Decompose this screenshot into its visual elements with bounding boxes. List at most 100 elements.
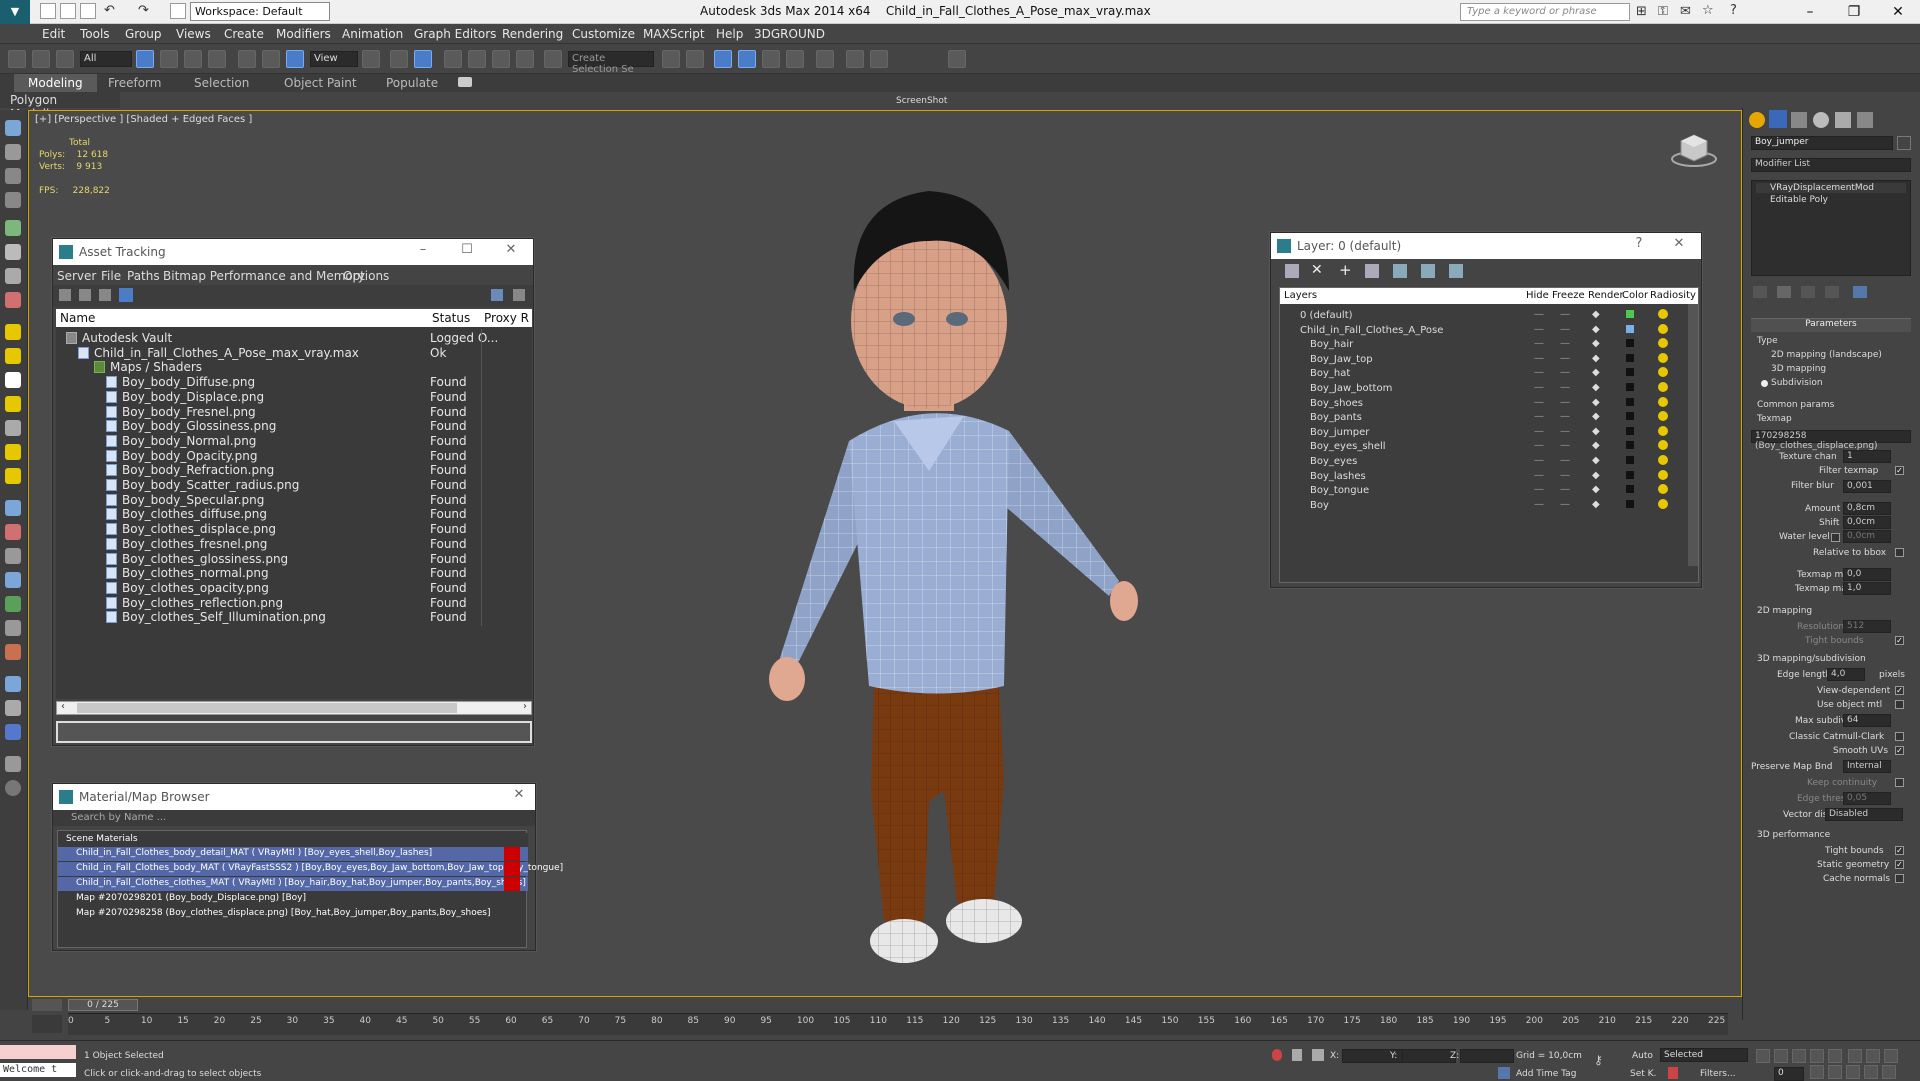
- menu-maxscript[interactable]: MAXScript: [643, 27, 705, 41]
- menu-customize[interactable]: Customize: [572, 27, 635, 41]
- render-teapot-icon[interactable]: ◆: [1592, 353, 1600, 364]
- display-tab-icon[interactable]: [1835, 112, 1851, 128]
- keyboard-shortcut-toggle-icon[interactable]: [414, 50, 432, 68]
- create-tab-icon[interactable]: [1749, 112, 1765, 128]
- unlink-icon[interactable]: [32, 50, 50, 68]
- next-frame-icon[interactable]: [1810, 1049, 1824, 1063]
- type-3d-mapping-radio[interactable]: 3D mapping: [1771, 364, 1826, 374]
- select-rotate-icon[interactable]: [262, 50, 280, 68]
- hide-toggle[interactable]: —: [1534, 484, 1544, 495]
- screenshot-label[interactable]: ScreenShot: [896, 96, 947, 106]
- water-level-spinner[interactable]: 0,0cm: [1843, 530, 1891, 543]
- render-teapot-icon[interactable]: ◆: [1592, 499, 1600, 510]
- render-teapot-icon[interactable]: ◆: [1592, 397, 1600, 408]
- redo-icon[interactable]: ↷: [138, 3, 149, 18]
- freeze-toggle[interactable]: —: [1560, 324, 1570, 335]
- layer-color-swatch[interactable]: [1626, 426, 1634, 435]
- camera-icon[interactable]: [5, 292, 21, 308]
- isolate-selection-icon[interactable]: [1272, 1049, 1282, 1061]
- freeze-toggle[interactable]: —: [1560, 484, 1570, 495]
- shift-spinner[interactable]: 0,0cm: [1843, 516, 1891, 529]
- hierarchy-icon[interactable]: [5, 192, 21, 208]
- freeze-toggle[interactable]: —: [1560, 397, 1570, 408]
- sphere-icon[interactable]: [5, 348, 21, 364]
- render-teapot-icon[interactable]: [948, 50, 966, 68]
- selection-filter-dropdown[interactable]: All: [80, 51, 132, 67]
- edit-named-selection-icon[interactable]: [544, 50, 562, 68]
- system-icon[interactable]: [5, 596, 21, 612]
- percent-snap-icon[interactable]: [492, 50, 510, 68]
- layer-column-freeze[interactable]: Freeze: [1552, 290, 1585, 301]
- asset-row[interactable]: Boy_clothes_Self_Illumination.png Found: [56, 608, 532, 627]
- zoom-all-icon[interactable]: [1866, 1049, 1880, 1063]
- project-folder-icon[interactable]: [170, 3, 186, 19]
- undo-icon[interactable]: ↶: [104, 3, 115, 18]
- named-selection-dropdown[interactable]: Create Selection Se: [568, 51, 654, 75]
- column-status[interactable]: Status: [432, 311, 470, 325]
- layer-color-swatch[interactable]: [1626, 485, 1634, 494]
- new-file-icon[interactable]: [40, 3, 56, 19]
- freeze-toggle[interactable]: —: [1560, 411, 1570, 422]
- radiosity-icon[interactable]: [1658, 425, 1668, 436]
- tool-a-icon[interactable]: [5, 620, 21, 636]
- radiosity-icon[interactable]: [1658, 352, 1668, 363]
- edge-thresh-spinner[interactable]: 0,05: [1843, 792, 1891, 805]
- goto-end-icon[interactable]: [1828, 1049, 1842, 1063]
- display-icon[interactable]: [5, 244, 21, 260]
- freeze-toggle[interactable]: —: [1560, 440, 1570, 451]
- modify-tab-icon[interactable]: [1769, 110, 1787, 128]
- tool-help-icon[interactable]: [5, 780, 21, 796]
- menu-help[interactable]: Help: [716, 27, 743, 41]
- current-frame-field[interactable]: 0: [1774, 1067, 1804, 1081]
- rendered-frame-window-icon[interactable]: [870, 50, 888, 68]
- select-manipulate-icon[interactable]: [390, 50, 408, 68]
- material-search-input[interactable]: Search by Name ...: [53, 810, 535, 826]
- mirror-icon[interactable]: [662, 50, 680, 68]
- goto-start-icon[interactable]: [1756, 1049, 1770, 1063]
- relative-bbox-checkbox[interactable]: [1895, 548, 1904, 557]
- menu-views[interactable]: Views: [176, 27, 211, 41]
- layer-titlebar[interactable]: Layer: 0 (default) ? ✕: [1271, 233, 1701, 259]
- modifier-list-dropdown[interactable]: Modifier List: [1751, 158, 1911, 172]
- tab-selection[interactable]: Selection: [180, 74, 263, 92]
- layer-color-swatch[interactable]: [1626, 499, 1634, 508]
- scroll-left-icon[interactable]: ‹: [61, 701, 65, 712]
- water-level-checkbox[interactable]: [1831, 533, 1840, 542]
- vector-displ-dropdown[interactable]: Disabled: [1825, 808, 1903, 821]
- asset-minimize-button[interactable]: –: [413, 242, 433, 262]
- list-view-icon[interactable]: [79, 289, 91, 301]
- torus-icon[interactable]: [5, 396, 21, 412]
- select-by-name-icon[interactable]: [160, 50, 178, 68]
- ribbon-options-icon[interactable]: [458, 77, 472, 87]
- freeze-toggle[interactable]: —: [1560, 367, 1570, 378]
- use-object-mtl-checkbox[interactable]: [1895, 700, 1904, 709]
- asset-tracking-titlebar[interactable]: Asset Tracking – ☐ ✕: [53, 239, 533, 265]
- scene-explorer-icon[interactable]: [714, 50, 732, 68]
- hide-toggle[interactable]: —: [1534, 338, 1544, 349]
- viewcube-icon[interactable]: [1669, 129, 1719, 169]
- asset-menu-paths[interactable]: Paths: [127, 269, 160, 283]
- layer-color-swatch[interactable]: [1626, 383, 1634, 391]
- radiosity-icon[interactable]: [1658, 411, 1668, 422]
- help-icon[interactable]: ?: [1730, 3, 1737, 18]
- asset-maximize-button[interactable]: ☐: [457, 242, 477, 262]
- asset-menu-bitmap[interactable]: Bitmap Performance and Memory: [163, 269, 365, 283]
- material-row[interactable]: Map #2070298201 (Boy_body_Displace.png) …: [58, 892, 528, 906]
- material-editor-icon[interactable]: [816, 50, 834, 68]
- open-file-icon[interactable]: [60, 3, 76, 19]
- auto-key-button[interactable]: Auto: [1632, 1051, 1653, 1061]
- layer-color-swatch[interactable]: [1626, 456, 1634, 464]
- layer-scrollbar[interactable]: [1688, 304, 1698, 566]
- layer-color-swatch[interactable]: [1626, 324, 1634, 333]
- layer-color-swatch[interactable]: [1626, 353, 1634, 362]
- texmap-button[interactable]: 170298258 (Boy_clothes_displace.png): [1751, 430, 1911, 451]
- layer-color-swatch[interactable]: [1626, 397, 1634, 406]
- spinner-snap-icon[interactable]: [516, 50, 534, 68]
- key-icon[interactable]: ⚿: [1658, 4, 1668, 19]
- preserve-map-bnd-dropdown[interactable]: Internal: [1843, 760, 1891, 773]
- table-view-icon[interactable]: [119, 288, 133, 302]
- save-file-icon[interactable]: [80, 3, 96, 19]
- cache-normals-checkbox[interactable]: [1895, 874, 1904, 883]
- modify-icon[interactable]: [5, 168, 21, 184]
- hide-toggle[interactable]: —: [1534, 426, 1544, 437]
